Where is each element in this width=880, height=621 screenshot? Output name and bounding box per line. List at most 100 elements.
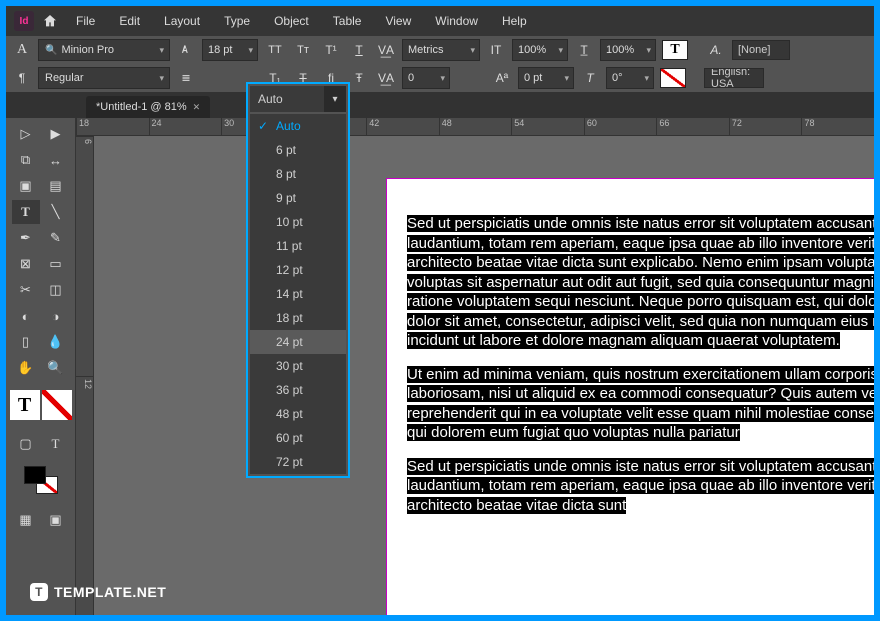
vertical-ruler: 6 12 <box>76 136 94 615</box>
rect-tool[interactable]: ▭ <box>42 252 70 276</box>
leading-icon <box>176 68 196 88</box>
formatting-container-icon[interactable]: ▢ <box>12 432 40 456</box>
leading-option[interactable]: Auto <box>250 114 346 138</box>
leading-option[interactable]: 30 pt <box>250 354 346 378</box>
leading-option[interactable]: 8 pt <box>250 162 346 186</box>
hand-tool[interactable]: ✋ <box>12 356 40 380</box>
zoom-tool[interactable]: 🔍 <box>42 356 70 380</box>
hscale-icon: T̲ <box>574 40 594 60</box>
menu-view[interactable]: View <box>375 10 421 32</box>
rect-frame-tool[interactable]: ⊠ <box>12 252 40 276</box>
menu-object[interactable]: Object <box>264 10 319 32</box>
leading-option[interactable]: 24 pt <box>250 330 346 354</box>
kerning-icon: V͟A <box>376 40 396 60</box>
stroke-swatch[interactable] <box>660 68 686 88</box>
baseline-icon: Aª <box>492 68 512 88</box>
default-fill-stroke[interactable] <box>24 466 58 494</box>
watermark: T TEMPLATE.NET <box>30 583 166 601</box>
fill-swatch[interactable]: T <box>662 40 688 60</box>
leading-dropdown[interactable]: Auto ▾ Auto6 pt8 pt9 pt10 pt11 pt12 pt14… <box>246 82 350 478</box>
free-transform-tool[interactable]: ◫ <box>42 278 70 302</box>
menu-window[interactable]: Window <box>425 10 488 32</box>
menu-table[interactable]: Table <box>323 10 372 32</box>
content-collector-tool[interactable]: ▣ <box>12 174 40 198</box>
formatting-text-icon[interactable]: T <box>42 432 70 456</box>
chevron-down-icon[interactable]: ▾ <box>324 86 346 112</box>
leading-option[interactable]: 60 pt <box>250 426 346 450</box>
font-family-value: Minion Pro <box>61 44 114 56</box>
no-break-button[interactable]: Ŧ <box>348 68 370 88</box>
leading-option[interactable]: 18 pt <box>250 306 346 330</box>
eyedropper-tool[interactable]: 💧 <box>42 330 70 354</box>
menu-layout[interactable]: Layout <box>154 10 210 32</box>
language-select[interactable]: English: USA <box>704 68 764 88</box>
document-tab[interactable]: *Untitled-1 @ 81% ✕ <box>86 96 210 118</box>
menu-file[interactable]: File <box>66 10 105 32</box>
selection-tool[interactable]: ▷ <box>12 122 40 146</box>
leading-option[interactable]: 12 pt <box>250 258 346 282</box>
gradient-feather-tool[interactable]: ◑ <box>42 304 70 328</box>
font-size-select[interactable]: 18 pt <box>202 39 258 61</box>
underline-button[interactable]: T <box>348 40 370 60</box>
smallcaps-button[interactable]: Tᴛ <box>292 40 314 60</box>
font-size-icon <box>176 40 196 60</box>
type-tool[interactable]: T <box>12 200 40 224</box>
document-tab-bar: *Untitled-1 @ 81% ✕ <box>6 92 874 118</box>
leading-option-list: Auto6 pt8 pt9 pt10 pt11 pt12 pt14 pt18 p… <box>250 114 346 474</box>
leading-option[interactable]: 9 pt <box>250 186 346 210</box>
gap-tool[interactable]: ↔ <box>42 148 70 172</box>
leading-combo[interactable]: Auto ▾ <box>250 86 346 112</box>
menu-help[interactable]: Help <box>492 10 537 32</box>
direct-selection-tool[interactable]: ▶ <box>42 122 70 146</box>
tracking-icon: V͟A <box>376 68 396 88</box>
leading-combo-value: Auto <box>250 92 283 106</box>
canvas[interactable]: 18 24 30 36 42 48 54 60 66 72 78 6 12 Se… <box>76 118 874 615</box>
baseline-select[interactable]: 0 pt <box>518 67 574 89</box>
font-style-value: Regular <box>45 72 84 84</box>
leading-option[interactable]: 36 pt <box>250 378 346 402</box>
leading-option[interactable]: 72 pt <box>250 450 346 474</box>
note-tool[interactable]: ▯ <box>12 330 40 354</box>
stroke-proxy[interactable] <box>42 390 72 420</box>
font-style-select[interactable]: Regular <box>38 67 170 89</box>
allcaps-button[interactable]: TT <box>264 40 286 60</box>
skew-select[interactable]: 0° <box>606 67 654 89</box>
body-text-p1: Sed ut perspiciatis unde omnis iste natu… <box>407 215 874 349</box>
app-logo-icon: Id <box>14 11 34 31</box>
pen-tool[interactable]: ✒ <box>12 226 40 250</box>
hscale-select[interactable]: 100% <box>600 39 656 61</box>
skew-icon: T <box>580 68 600 88</box>
pencil-tool[interactable]: ✎ <box>42 226 70 250</box>
leading-option[interactable]: 48 pt <box>250 402 346 426</box>
kerning-select[interactable]: Metrics <box>402 39 480 61</box>
menubar: Id File Edit Layout Type Object Table Vi… <box>6 6 874 36</box>
vscale-select[interactable]: 100% <box>512 39 568 61</box>
leading-option[interactable]: 6 pt <box>250 138 346 162</box>
char-style-select[interactable]: [None] <box>732 40 790 60</box>
screen-mode-normal[interactable]: ▦ <box>12 508 40 532</box>
character-mode-icon[interactable]: A <box>12 40 32 60</box>
superscript-button[interactable]: T¹ <box>320 40 342 60</box>
body-text-p3: Sed ut perspiciatis unde omnis iste natu… <box>407 458 874 514</box>
leading-option[interactable]: 11 pt <box>250 234 346 258</box>
font-family-select[interactable]: 🔍Minion Pro <box>38 39 170 61</box>
document-page[interactable]: Sed ut perspiciatis unde omnis iste natu… <box>386 178 874 615</box>
scissors-tool[interactable]: ✂ <box>12 278 40 302</box>
paragraph-mode-icon[interactable]: ¶ <box>12 68 32 88</box>
content-placer-tool[interactable]: ▤ <box>42 174 70 198</box>
menu-edit[interactable]: Edit <box>109 10 150 32</box>
fill-proxy[interactable]: T <box>10 390 40 420</box>
tracking-select[interactable]: 0 <box>402 67 450 89</box>
menu-type[interactable]: Type <box>214 10 260 32</box>
watermark-icon: T <box>30 583 48 601</box>
leading-option[interactable]: 14 pt <box>250 282 346 306</box>
text-frame[interactable]: Sed ut perspiciatis unde omnis iste natu… <box>407 214 874 515</box>
page-tool[interactable]: ⧉ <box>12 148 40 172</box>
leading-option[interactable]: 10 pt <box>250 210 346 234</box>
gradient-swatch-tool[interactable]: ◐ <box>12 304 40 328</box>
control-panel: A 🔍Minion Pro 18 pt TT Tᴛ T¹ T V͟A Metri… <box>6 36 874 92</box>
screen-mode-preview[interactable]: ▣ <box>42 508 70 532</box>
home-icon[interactable] <box>38 9 62 33</box>
line-tool[interactable]: ╲ <box>42 200 70 224</box>
close-icon[interactable]: ✕ <box>193 102 201 113</box>
